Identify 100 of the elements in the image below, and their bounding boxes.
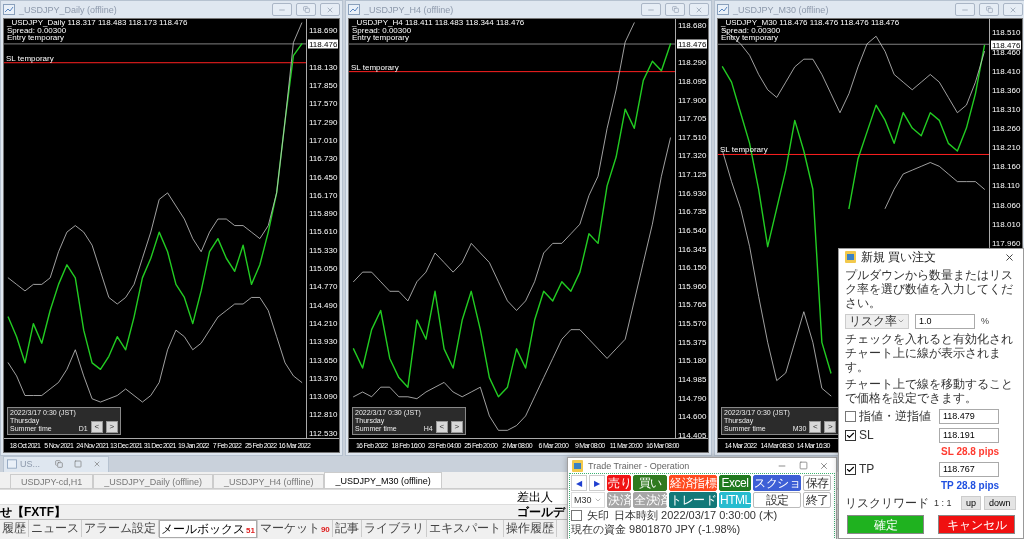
entry-line[interactable] (4, 43, 306, 45)
table-cell: ゴールデ (517, 505, 565, 519)
unit-text: % (981, 316, 989, 326)
checkbox[interactable] (845, 429, 856, 441)
current-price-label: 118.476 (308, 39, 339, 49)
action-button[interactable]: 買い (633, 475, 667, 491)
minimize-button[interactable] (272, 3, 292, 16)
restore-icon (55, 460, 63, 468)
step-button[interactable]: ◀ (571, 475, 587, 491)
terminal-tab[interactable]: マーケット 90 (257, 520, 333, 537)
terminal-tab[interactable]: 記事 (332, 520, 362, 537)
next-button[interactable]: > (824, 421, 837, 433)
restore-button[interactable] (296, 3, 316, 16)
terminal-tab[interactable]: 操作履歴 (503, 520, 557, 537)
price-tick: 117.510 (678, 132, 707, 142)
stop-loss-line[interactable] (4, 62, 306, 64)
chart-tab[interactable]: USDJPY-cd,H1 (10, 474, 94, 488)
minimize-button[interactable] (955, 3, 975, 16)
chart-tab[interactable]: _USDJPY_Daily (offline) (93, 474, 214, 488)
count-text: 90 (320, 525, 330, 534)
action-button[interactable]: 終了 (803, 492, 831, 508)
price-tick: 113.930 (309, 336, 338, 346)
count-text: 51 (246, 525, 255, 535)
price-field[interactable]: 118.767 (939, 461, 999, 477)
chart-tab[interactable]: _USDJPY_M30 (offline) (324, 472, 442, 488)
price-tick: 116.170 (309, 190, 338, 200)
restore-icon (671, 6, 679, 13)
price-tick: 118.060 (992, 200, 1021, 210)
price-tick: 117.125 (678, 169, 707, 179)
next-button[interactable]: > (450, 421, 463, 433)
price-tick: 116.540 (678, 225, 707, 235)
amount-field[interactable]: 1.0 (915, 313, 975, 329)
instruction-text: プルダウンから数量またはリスク率を選び数値を入力してください。 (845, 268, 1014, 310)
next-button[interactable]: > (105, 421, 118, 433)
terminal-tab[interactable]: ニュース (29, 520, 82, 537)
column-header: 差出人 (517, 490, 553, 504)
price-tick: 117.705 (678, 113, 707, 123)
close-icon (1009, 5, 1017, 14)
close-icon (1003, 251, 1015, 263)
price-tick: 117.010 (309, 135, 338, 145)
price-tick: 114.790 (678, 393, 707, 403)
pips-text: SL 28.8 pips (941, 446, 1000, 458)
previous-button[interactable]: < (435, 421, 448, 433)
action-button[interactable]: トレード (669, 492, 717, 508)
price-tick: 118.690 (309, 25, 338, 35)
mode-dropdown[interactable]: リスク率 (845, 313, 909, 329)
up-button[interactable]: up (961, 496, 981, 510)
restore-icon (985, 6, 993, 13)
entry-line[interactable] (718, 43, 989, 45)
note-text: チェックを入れると有効化されチャート上に線が表示されます。 (845, 332, 1014, 374)
price-tick: 117.960 (992, 238, 1021, 248)
price-tick: 117.320 (678, 150, 707, 160)
chart-tab[interactable]: _USDJPY_H4 (offline) (213, 474, 325, 488)
chart-window-icon (3, 4, 15, 15)
period-dropdown[interactable]: M30 (571, 492, 605, 508)
action-button[interactable]: スクショ (753, 475, 801, 491)
check-icon (846, 430, 855, 440)
previous-button[interactable]: < (90, 421, 103, 433)
price-tick: 116.345 (678, 244, 707, 254)
terminal-tab[interactable]: エキスパート (426, 520, 504, 537)
price-tick: 118.360 (992, 85, 1021, 95)
action-button[interactable]: 保存 (803, 475, 831, 491)
down-button[interactable]: down (984, 496, 1016, 510)
chart-info-text: Spread: 0.00300 (352, 26, 412, 34)
price-tick: 115.570 (678, 318, 707, 328)
minimize-button[interactable] (641, 3, 661, 16)
action-button[interactable]: Excel (719, 475, 751, 491)
checkbox[interactable] (845, 410, 856, 422)
terminal-tab[interactable]: メールボックス 51 (159, 520, 258, 538)
arrow-checkbox[interactable] (571, 510, 582, 521)
line-label: SL temporary (6, 53, 54, 63)
action-button[interactable]: 設定 (753, 492, 801, 508)
chevron-down-icon (594, 496, 602, 504)
stop-loss-line[interactable] (718, 153, 989, 155)
chart-window-icon (7, 459, 17, 469)
checkbox-label: SL (859, 428, 874, 442)
cancel-button[interactable]: キャンセル (938, 515, 1015, 534)
price-tick: 116.930 (678, 188, 707, 198)
checkbox[interactable] (845, 463, 856, 475)
price-field[interactable]: 118.479 (939, 408, 999, 424)
maximize-icon (74, 460, 82, 468)
previous-button[interactable]: < (809, 421, 822, 433)
terminal-tab[interactable]: 履歴 (0, 520, 29, 537)
price-tick: 114.600 (678, 411, 707, 421)
chart-info-text: Entry temporary (721, 34, 778, 42)
restore-button[interactable] (979, 3, 999, 16)
terminal-tab[interactable]: アラーム設定 (82, 520, 159, 537)
close-icon (326, 5, 334, 14)
action-button[interactable]: 売り (607, 475, 631, 491)
price-field[interactable]: 118.191 (939, 427, 999, 443)
close-icon (819, 460, 829, 471)
stop-loss-line[interactable] (349, 71, 675, 73)
chart-info-text: Spread: 0.00300 (7, 26, 67, 34)
price-tick: 114.985 (678, 374, 707, 384)
price-tick: 115.765 (678, 299, 707, 309)
step-button[interactable]: ▶ (589, 475, 605, 491)
price-tick: 116.150 (678, 262, 707, 272)
restore-button[interactable] (665, 3, 685, 16)
price-tick: 115.330 (309, 245, 338, 255)
price-tick: 115.890 (309, 208, 338, 218)
